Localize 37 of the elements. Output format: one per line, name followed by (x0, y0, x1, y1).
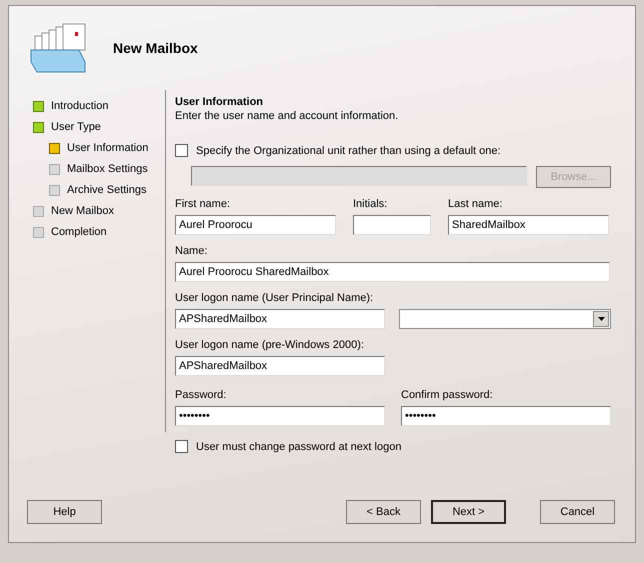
confirm-password-field[interactable]: •••••••• (401, 406, 611, 426)
wizard-step[interactable]: Introduction (51, 100, 108, 112)
field-label: First name: (175, 198, 232, 212)
wizard-step[interactable]: Mailbox Settings (67, 163, 148, 175)
checkbox[interactable] (175, 440, 188, 453)
field-label: Initials: (353, 198, 388, 212)
first-name-field[interactable]: Aurel Proorocu (175, 215, 336, 235)
mailbox-tray-icon (29, 22, 87, 74)
last-name-field[interactable]: SharedMailbox (448, 215, 609, 235)
field-label: User logon name (pre-Windows 2000): (175, 339, 365, 353)
cancel-button[interactable]: Cancel (540, 500, 615, 524)
checkbox-label: User must change password at next logon (196, 440, 402, 452)
field-label: Last name: (448, 198, 504, 212)
field-label: Confirm password: (401, 389, 494, 403)
checkbox-label: Specify the Organizational unit rather than using a default one: (196, 144, 501, 156)
dropdown-arrow-icon (598, 317, 604, 321)
help-button[interactable]: Help (27, 500, 102, 524)
section-heading: User Information (175, 96, 264, 108)
field-label: Name: (175, 245, 208, 259)
pre-windows-logon-field[interactable]: APSharedMailbox (175, 356, 385, 376)
password-field[interactable]: •••••••• (175, 406, 385, 426)
domain-dropdown[interactable] (399, 309, 611, 329)
field-label: User logon name (User Principal Name): (175, 292, 374, 306)
wizard-nav-button[interactable]: < Back (346, 500, 421, 524)
wizard-step[interactable]: Archive Settings (67, 184, 146, 196)
wizard-nav-button[interactable]: Next > (431, 500, 506, 524)
name-field[interactable]: Aurel Proorocu SharedMailbox (175, 262, 610, 282)
logon-name-field[interactable]: APSharedMailbox (175, 309, 385, 329)
wizard-step[interactable]: New Mailbox (51, 205, 114, 217)
dialog-title: New Mailbox (113, 40, 198, 56)
wizard-step[interactable]: User Information (67, 142, 148, 154)
section-description: Enter the user name and account information. (175, 110, 400, 122)
checkbox[interactable] (175, 144, 188, 157)
initials-field[interactable] (353, 215, 431, 235)
field-label: Password: (175, 389, 228, 403)
wizard-step[interactable]: User Type (51, 121, 101, 133)
wizard-step[interactable]: Completion (51, 226, 107, 238)
